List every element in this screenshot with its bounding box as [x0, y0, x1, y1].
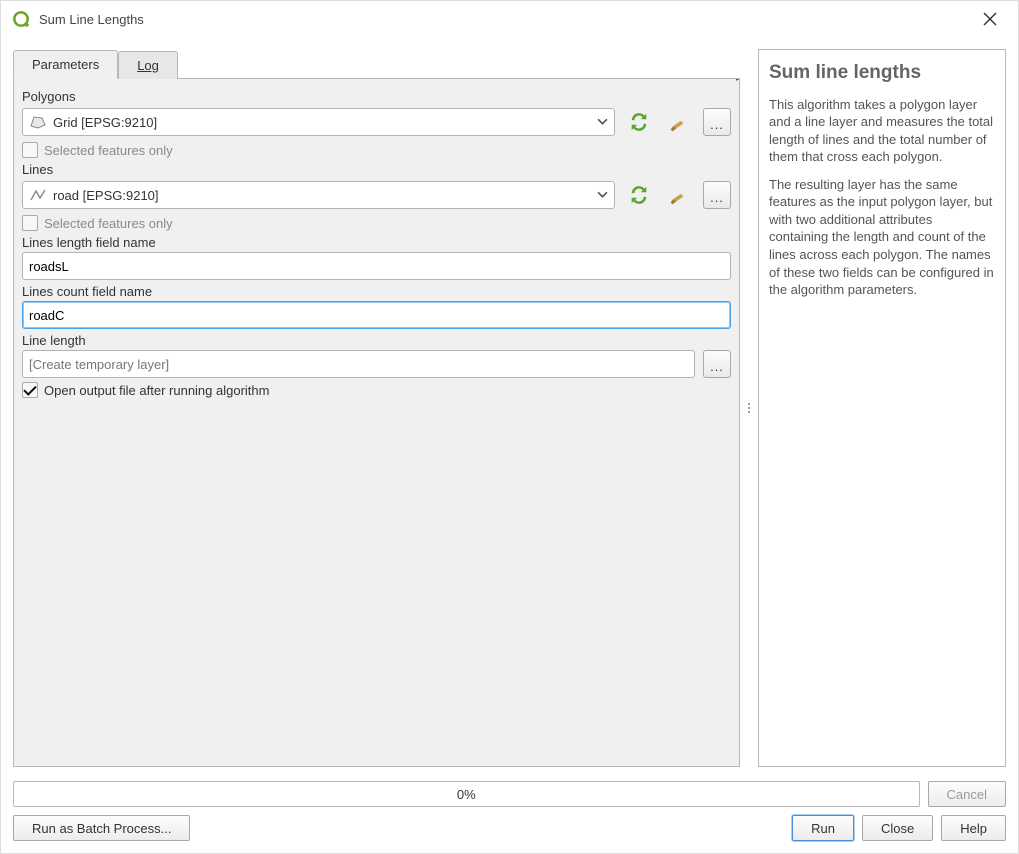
polygons-selected-only-checkbox: [22, 142, 38, 158]
lines-select[interactable]: road [EPSG:9210]: [22, 181, 615, 209]
polygons-row: Grid [EPSG:9210] ...: [22, 106, 731, 138]
polygons-selected-only-row: Selected features only: [22, 142, 731, 158]
chevron-down-icon: [597, 188, 608, 203]
polygons-advanced-button[interactable]: [663, 106, 695, 138]
batch-button[interactable]: Run as Batch Process...: [13, 815, 190, 841]
lines-advanced-button[interactable]: [663, 179, 695, 211]
length-field-input[interactable]: [22, 252, 731, 280]
progress-bar: 0%: [13, 781, 920, 807]
parameters-panel: ▸ Polygons Grid [EPSG:9210]: [13, 79, 740, 767]
lines-selected-only-checkbox: [22, 215, 38, 231]
output-row: ...: [22, 350, 731, 378]
line-layer-icon: [29, 188, 47, 202]
output-input[interactable]: [22, 350, 695, 378]
open-after-row[interactable]: Open output file after running algorithm: [22, 382, 731, 398]
length-field-label: Lines length field name: [22, 235, 731, 250]
collapse-right-icon[interactable]: ▸: [736, 79, 740, 84]
lines-label: Lines: [22, 162, 731, 177]
progress-row: 0% Cancel: [13, 781, 1006, 807]
count-field-label: Lines count field name: [22, 284, 731, 299]
close-icon[interactable]: [972, 5, 1008, 33]
open-after-checkbox[interactable]: [22, 382, 38, 398]
help-panel: Sum line lengths This algorithm takes a …: [758, 49, 1006, 767]
titlebar: Sum Line Lengths: [1, 1, 1018, 37]
open-after-label: Open output file after running algorithm: [44, 383, 269, 398]
output-label: Line length: [22, 333, 731, 348]
polygons-selected-only-label: Selected features only: [44, 143, 173, 158]
window-title: Sum Line Lengths: [39, 12, 972, 27]
polygons-select[interactable]: Grid [EPSG:9210]: [22, 108, 615, 136]
lines-browse-button[interactable]: ...: [703, 181, 731, 209]
progress-text: 0%: [457, 787, 476, 802]
polygons-browse-button[interactable]: ...: [703, 108, 731, 136]
lines-iterate-button[interactable]: [623, 179, 655, 211]
polygons-iterate-button[interactable]: [623, 106, 655, 138]
tab-log[interactable]: Log: [118, 51, 178, 79]
output-browse-button[interactable]: ...: [703, 350, 731, 378]
left-panel: Parameters Log ▸ Polygons Grid [EPSG:921…: [13, 49, 740, 767]
chevron-down-icon: [597, 115, 608, 130]
tab-bar: Parameters Log: [13, 49, 740, 79]
run-button[interactable]: Run: [792, 815, 854, 841]
help-button[interactable]: Help: [941, 815, 1006, 841]
content: Parameters Log ▸ Polygons Grid [EPSG:921…: [1, 37, 1018, 853]
dialog-window: Sum Line Lengths Parameters Log ▸ Polygo…: [0, 0, 1019, 854]
count-field-input[interactable]: [22, 301, 731, 329]
splitter-handle[interactable]: [746, 49, 752, 767]
polygon-layer-icon: [29, 115, 47, 129]
lines-value: road [EPSG:9210]: [53, 188, 597, 203]
lines-selected-only-row: Selected features only: [22, 215, 731, 231]
help-paragraph-1: This algorithm takes a polygon layer and…: [769, 96, 995, 166]
lines-row: road [EPSG:9210] ...: [22, 179, 731, 211]
lines-selected-only-label: Selected features only: [44, 216, 173, 231]
app-icon: [11, 9, 31, 29]
polygons-value: Grid [EPSG:9210]: [53, 115, 597, 130]
polygons-label: Polygons: [22, 89, 731, 104]
main-row: Parameters Log ▸ Polygons Grid [EPSG:921…: [13, 49, 1006, 767]
close-button[interactable]: Close: [862, 815, 933, 841]
help-paragraph-2: The resulting layer has the same feature…: [769, 176, 995, 299]
button-row: Run as Batch Process... Run Close Help: [13, 815, 1006, 841]
help-title: Sum line lengths: [769, 60, 995, 86]
tab-parameters[interactable]: Parameters: [13, 50, 118, 79]
cancel-button: Cancel: [928, 781, 1006, 807]
